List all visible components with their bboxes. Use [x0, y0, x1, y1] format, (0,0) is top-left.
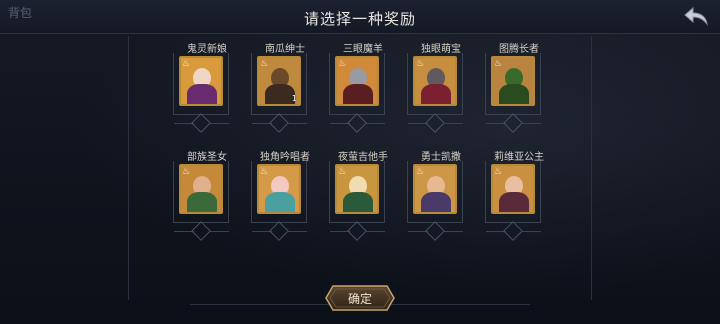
flame-icon: ♨	[260, 167, 269, 177]
divider	[443, 231, 463, 232]
portrait-body	[187, 192, 217, 212]
reward-card-one-eyed-cutie[interactable]: 独眼萌宝 ♨	[402, 40, 480, 148]
diamond-icon	[191, 113, 211, 133]
portrait-body	[187, 84, 217, 104]
flame-icon: ♨	[416, 167, 425, 177]
reward-card-three-eyed-goat[interactable]: 三眼魔羊 ♨	[324, 40, 402, 148]
portrait-body	[421, 84, 451, 104]
divider	[521, 123, 541, 124]
reward-grid: 鬼灵新娘 ♨ 南瓜绅士 ♨ 1 三眼魔羊 ♨ 独眼萌宝 ♨ 图腾长者 ♨ 部族圣…	[168, 40, 558, 256]
divider	[521, 231, 541, 232]
reward-portrait: ♨	[491, 56, 535, 106]
reward-card-warrior-caesar[interactable]: 勇士凯撒 ♨	[402, 148, 480, 256]
reward-card-unicorn-singer[interactable]: 独角吟唱者 ♨	[246, 148, 324, 256]
reward-portrait: ♨	[491, 164, 535, 214]
diamond-icon	[269, 221, 289, 241]
divider	[287, 231, 307, 232]
diamond-icon	[269, 113, 289, 133]
back-arrow-icon	[684, 6, 708, 26]
divider	[287, 123, 307, 124]
back-button[interactable]	[682, 5, 710, 27]
reward-portrait: ♨	[257, 164, 301, 214]
reward-card-tribal-priestess[interactable]: 部族圣女 ♨	[168, 148, 246, 256]
diamond-icon	[503, 113, 523, 133]
diamond-icon	[347, 221, 367, 241]
reward-portrait: ♨	[413, 164, 457, 214]
divider	[443, 123, 463, 124]
reward-row: 鬼灵新娘 ♨ 南瓜绅士 ♨ 1 三眼魔羊 ♨ 独眼萌宝 ♨ 图腾长者 ♨	[168, 40, 558, 148]
flame-icon: ♨	[494, 59, 503, 69]
divider	[209, 231, 229, 232]
reward-portrait: ♨	[413, 56, 457, 106]
portrait-body	[499, 84, 529, 104]
confirm-button[interactable]: 确定	[325, 285, 395, 311]
divider	[209, 123, 229, 124]
diamond-icon	[425, 113, 445, 133]
diamond-icon	[503, 221, 523, 241]
flame-icon: ♨	[182, 167, 191, 177]
flame-icon: ♨	[182, 59, 191, 69]
portrait-body	[421, 192, 451, 212]
reward-count: 1	[291, 94, 297, 103]
confirm-label: 确定	[347, 292, 372, 306]
reward-card-firefly-guitarist[interactable]: 夜萤吉他手 ♨	[324, 148, 402, 256]
flame-icon: ♨	[494, 167, 503, 177]
top-bar: 背包 请选择一种奖励	[0, 0, 720, 34]
portrait-body	[343, 192, 373, 212]
reward-portrait: ♨	[335, 164, 379, 214]
portrait-body	[265, 192, 295, 212]
flame-icon: ♨	[416, 59, 425, 69]
divider	[365, 123, 385, 124]
portrait-body	[265, 84, 295, 104]
diamond-icon	[425, 221, 445, 241]
divider	[365, 231, 385, 232]
reward-card-princess-livia[interactable]: 莉维亚公主 ♨	[480, 148, 558, 256]
flame-icon: ♨	[338, 167, 347, 177]
diamond-icon	[191, 221, 211, 241]
reward-card-totem-elder[interactable]: 图腾长者 ♨	[480, 40, 558, 148]
reward-card-ghost-bride[interactable]: 鬼灵新娘 ♨	[168, 40, 246, 148]
page-title: 请选择一种奖励	[303, 10, 416, 28]
reward-card-pumpkin-gentleman[interactable]: 南瓜绅士 ♨ 1	[246, 40, 324, 148]
diamond-icon	[347, 113, 367, 133]
reward-row: 部族圣女 ♨ 独角吟唱者 ♨ 夜萤吉他手 ♨ 勇士凯撒 ♨ 莉维亚公主 ♨	[168, 148, 558, 256]
flame-icon: ♨	[338, 59, 347, 69]
reward-portrait: ♨	[335, 56, 379, 106]
portrait-body	[499, 192, 529, 212]
reward-portrait: ♨	[179, 164, 223, 214]
reward-portrait: ♨	[179, 56, 223, 106]
portrait-body	[343, 84, 373, 104]
reward-portrait: ♨ 1	[257, 56, 301, 106]
flame-icon: ♨	[260, 59, 269, 69]
